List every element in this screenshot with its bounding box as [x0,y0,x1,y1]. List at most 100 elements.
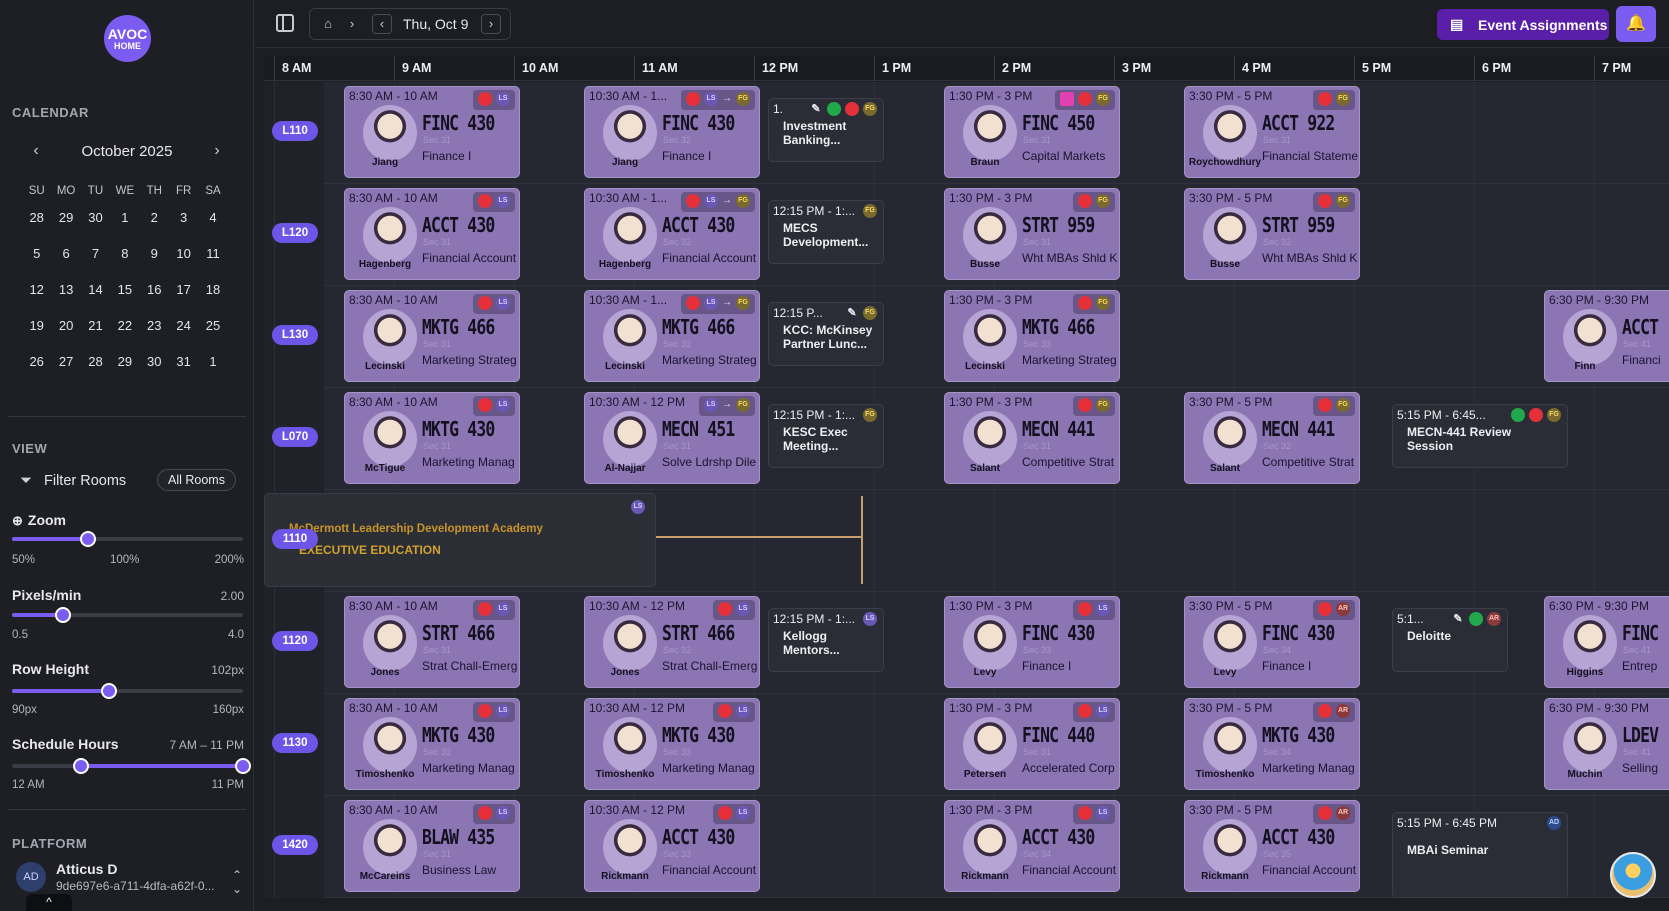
calendar-day[interactable]: 3 [169,209,198,245]
class-card[interactable]: 6:30 PM - 9:30 PM Higgins FINC Sec 41 Entrep [1544,596,1669,688]
calendar-day[interactable]: 10 [169,245,198,281]
avoc-home-logo[interactable]: AVOC HOME [104,15,151,62]
class-card[interactable]: 3:30 PM - 5 PM AR Timoshenko MKTG 430 Sec 34… [1184,698,1360,790]
calendar-day[interactable]: 1 [198,353,227,389]
class-card[interactable]: 8:30 AM - 10 AM LS McTigue MKTG 430 Sec 31 Ma… [344,392,520,484]
calendar-day[interactable]: 28 [81,353,110,389]
executive-education-block[interactable]: McDermott Leadership Development Academy… [264,493,656,587]
room-pill[interactable]: L120 [272,223,318,243]
sidebar-toggle-icon[interactable] [276,14,294,32]
schedule-start-knob[interactable] [73,758,90,774]
calendar-day[interactable]: 24 [169,317,198,353]
event-card[interactable]: 12:15 PM - 1:... Kellogg Mentors... LS [768,608,884,672]
class-card[interactable]: 10:30 AM - 12 PM LS Timoshenko MKTG 430 Sec … [584,698,760,790]
calendar-day[interactable]: 14 [81,281,110,317]
calendar-day[interactable]: 7 [81,245,110,281]
event-card[interactable]: 1. Investment Banking... ✎ FG [768,98,884,162]
calendar-day[interactable]: 9 [140,245,169,281]
pixels-per-min-slider[interactable] [12,607,243,623]
class-card[interactable]: 8:30 AM - 10 AM LS Lecinski MKTG 466 Sec 31 M… [344,290,520,382]
calendar-day[interactable]: 17 [169,281,198,317]
class-card[interactable]: 3:30 PM - 5 PM AR Levy FINC 430 Sec 34 Financ… [1184,596,1360,688]
calendar-day[interactable]: 1 [110,209,139,245]
calendar-day[interactable]: 12 [22,281,51,317]
prev-day-button[interactable]: ‹ [372,14,392,34]
calendar-day[interactable]: 8 [110,245,139,281]
calendar-day[interactable]: 11 [198,245,227,281]
calendar-day[interactable]: 20 [51,317,80,353]
class-card[interactable]: 8:30 AM - 10 AM LS Jiang FINC 430 Sec 31 Fina… [344,86,520,178]
schedule-end-knob[interactable] [235,758,251,774]
class-card[interactable]: 1:30 PM - 3 PM FG Braun FINC 450 Sec 31 Capit… [944,86,1120,178]
event-card[interactable]: 5:15 PM - 6:45... MECN-441 Review Session… [1392,404,1568,468]
calendar-day[interactable]: 29 [51,209,80,245]
user-menu[interactable]: AD Atticus D 9de697e6-a711-4dfa-a62f-0..… [16,858,242,898]
all-rooms-select[interactable]: All Rooms [157,469,236,491]
class-card[interactable]: 10:30 AM - 12 PM LS → FG Al-Najjar MECN 451 Se… [584,392,760,484]
class-card[interactable]: 10:30 AM - 1... LS → FG Jiang FINC 430 Sec 32 F… [584,86,760,178]
room-pill[interactable]: L070 [272,427,318,447]
bell-icon[interactable]: 🔔 [1616,6,1656,42]
class-card[interactable]: 1:30 PM - 3 PM FG Lecinski MKTG 466 Sec 33 Ma… [944,290,1120,382]
event-card[interactable]: 5:15 PM - 6:45 PM MBAi Seminar AD [1392,812,1568,898]
calendar-day[interactable]: 18 [198,281,227,317]
calendar-day[interactable]: 29 [110,353,139,389]
calendar-day[interactable]: 5 [22,245,51,281]
class-card[interactable]: 10:30 AM - 12 PM LS Rickmann ACCT 430 Sec 33… [584,800,760,892]
calendar-day[interactable]: 22 [110,317,139,353]
calendar-day[interactable]: 26 [22,353,51,389]
pixels-per-min-knob[interactable] [54,607,71,623]
calendar-day[interactable]: 23 [140,317,169,353]
class-card[interactable]: 8:30 AM - 10 AM LS Hagenberg ACCT 430 Sec 31… [344,188,520,280]
event-card[interactable]: 12:15 P... KCC: McKinsey Partner Lunc... ✎… [768,302,884,366]
event-card[interactable]: 5:1... Deloitte ✎ AR [1392,608,1508,672]
row-height-knob[interactable] [101,683,118,699]
class-card[interactable]: 6:30 PM - 9:30 PM Muchin LDEV Sec 41 Selling [1544,698,1669,790]
calendar-day[interactable]: 31 [169,353,198,389]
room-pill[interactable]: 1420 [272,835,318,855]
filter-rooms-row[interactable]: ⏷ Filter Rooms All Rooms [20,467,240,495]
class-card[interactable]: 8:30 AM - 10 AM LS Jones STRT 466 Sec 31 Stra… [344,596,520,688]
chevron-up-icon[interactable]: ^ [26,894,72,911]
class-card[interactable]: 1:30 PM - 3 PM LS Levy FINC 430 Sec 33 Financ… [944,596,1120,688]
chevron-left-icon[interactable]: ‹ [27,142,45,160]
class-card[interactable]: 1:30 PM - 3 PM FG Salant MECN 441 Sec 31 Comp… [944,392,1120,484]
schedule-hours-slider[interactable] [12,758,251,774]
calendar-day[interactable]: 16 [140,281,169,317]
calendar-day[interactable]: 13 [51,281,80,317]
calendar-day[interactable]: 19 [22,317,51,353]
calendar-day[interactable]: 30 [81,209,110,245]
chevron-right-icon[interactable]: › [208,142,226,160]
row-height-slider[interactable] [12,683,243,699]
calendar-day[interactable]: 4 [198,209,227,245]
class-card[interactable]: 10:30 AM - 1... LS → FG Lecinski MKTG 466 Sec … [584,290,760,382]
event-card[interactable]: 12:15 PM - 1:... MECS Development... FG [768,200,884,264]
class-card[interactable]: 10:30 AM - 1... LS → FG Hagenberg ACCT 430 Sec… [584,188,760,280]
room-pill[interactable]: 1110 [272,529,318,549]
room-pill[interactable]: 1120 [272,631,318,651]
class-card[interactable]: 1:30 PM - 3 PM LS Petersen FINC 440 Sec 31 Ac… [944,698,1120,790]
zoom-knob[interactable] [80,531,97,547]
class-card[interactable]: 8:30 AM - 10 AM LS McCareins BLAW 435 Sec 31… [344,800,520,892]
event-card[interactable]: 12:15 PM - 1:... KESC Exec Meeting... FG [768,404,884,468]
calendar-day[interactable]: 21 [81,317,110,353]
beach-avatar-icon[interactable] [1610,852,1656,898]
calendar-day[interactable]: 15 [110,281,139,317]
calendar-day[interactable]: 30 [140,353,169,389]
home-icon[interactable]: ⌂ [319,15,337,33]
calendar-day[interactable]: 2 [140,209,169,245]
class-card[interactable]: 3:30 PM - 5 PM FG Salant MECN 441 Sec 32 Comp… [1184,392,1360,484]
zoom-slider[interactable] [12,531,243,547]
event-assignments-button[interactable]: ▤ Event Assignments [1437,9,1609,40]
calendar-day[interactable]: 25 [198,317,227,353]
calendar-day[interactable]: 28 [22,209,51,245]
class-card[interactable]: 1:30 PM - 3 PM FG Busse STRT 959 Sec 31 Wht M… [944,188,1120,280]
room-pill[interactable]: L110 [272,121,318,141]
next-day-button[interactable]: › [481,14,501,34]
class-card[interactable]: 3:30 PM - 5 PM FG Busse STRT 959 Sec 32 Wht M… [1184,188,1360,280]
class-card[interactable]: 6:30 PM - 9:30 PM Finn ACCT Sec 41 Financi [1544,290,1669,382]
calendar-day[interactable]: 6 [51,245,80,281]
chevron-up-down-icon[interactable]: ⌃ ⌄ [232,868,242,896]
room-pill[interactable]: L130 [272,325,318,345]
class-card[interactable]: 3:30 PM - 5 PM AR Rickmann ACCT 430 Sec 35 Fi… [1184,800,1360,892]
